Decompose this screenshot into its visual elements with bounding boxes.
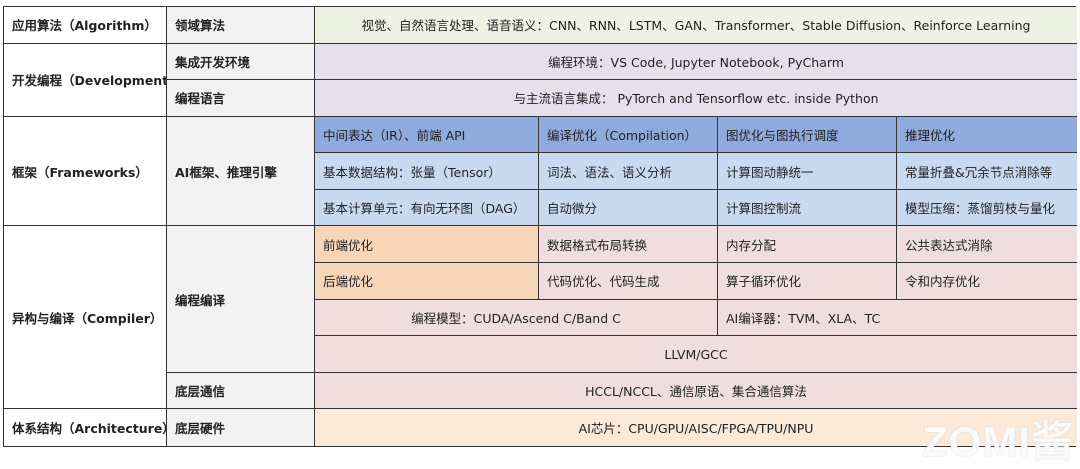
compiler-cell: 后端优化 [315, 263, 539, 300]
frameworks-header-cell: 编译优化（Compilation） [539, 116, 718, 154]
ai-system-stack-table: 应用算法（Algorithm） 领域算法 视觉、自然语言处理、语音语义：CNN、… [3, 6, 1077, 447]
layer-frameworks-label: 框架（Frameworks） [4, 116, 167, 227]
frameworks-cell: 计算图控制流 [718, 189, 897, 227]
compiler-cell: 数据格式布局转换 [539, 226, 718, 264]
compiler-sub-label: 编程编译 [167, 226, 315, 373]
programming-model-cell: 编程模型：CUDA/Ascend C/Band C [315, 299, 718, 337]
layer-development-label: 开发编程（Development） [4, 43, 167, 117]
frameworks-cell: 基本数据结构：张量（Tensor） [315, 153, 539, 190]
frameworks-cell: 计算图动静统一 [718, 153, 897, 190]
ide-content: 编程环境：VS Code, Jupyter Notebook, PyCharm [315, 43, 1077, 81]
layer-compiler-label: 异构与编译（Compiler） [4, 226, 167, 410]
algorithm-content: 视觉、自然语言处理、语音语义：CNN、RNN、LSTM、GAN、Transfor… [315, 7, 1077, 44]
language-label: 编程语言 [167, 80, 315, 117]
compiler-cell: 算子循环优化 [718, 263, 897, 300]
llvm-cell: LLVM/GCC [315, 336, 1077, 373]
communication-label: 底层通信 [167, 372, 315, 410]
ai-compiler-cell: AI编译器：TVM、XLA、TC [718, 299, 1077, 337]
watermark-logo: ZOMI酱 [922, 418, 1074, 465]
frameworks-header-cell: 图优化与图执行调度 [718, 116, 897, 154]
frameworks-cell: 基本计算单元：有向无环图（DAG） [315, 189, 539, 227]
compiler-cell: 代码优化、代码生成 [539, 263, 718, 300]
compiler-cell: 公共表达式消除 [897, 226, 1077, 264]
compiler-cell: 令和内存优化 [897, 263, 1077, 300]
algorithm-sub-label: 领域算法 [167, 7, 315, 44]
frameworks-header-cell: 中间表达（IR）、前端 API [315, 116, 539, 154]
ide-label: 集成开发环境 [167, 43, 315, 81]
communication-content: HCCL/NCCL、通信原语、集合通信算法 [315, 372, 1077, 410]
compiler-cell: 内存分配 [718, 226, 897, 264]
language-content: 与主流语言集成： PyTorch and Tensorflow etc. ins… [315, 80, 1077, 117]
frameworks-cell: 模型压缩：蒸馏剪枝与量化 [897, 189, 1077, 227]
hardware-label: 底层硬件 [167, 409, 315, 446]
layer-algorithm-label: 应用算法（Algorithm） [4, 7, 167, 44]
frameworks-sub-label: AI框架、推理引擎 [167, 116, 315, 227]
frameworks-cell: 常量折叠&冗余节点消除等 [897, 153, 1077, 190]
frameworks-cell: 自动微分 [539, 189, 718, 227]
compiler-cell: 前端优化 [315, 226, 539, 264]
frameworks-header-cell: 推理优化 [897, 116, 1077, 154]
frameworks-cell: 词法、语法、语义分析 [539, 153, 718, 190]
layer-architecture-label: 体系结构（Architecture） [4, 409, 167, 446]
